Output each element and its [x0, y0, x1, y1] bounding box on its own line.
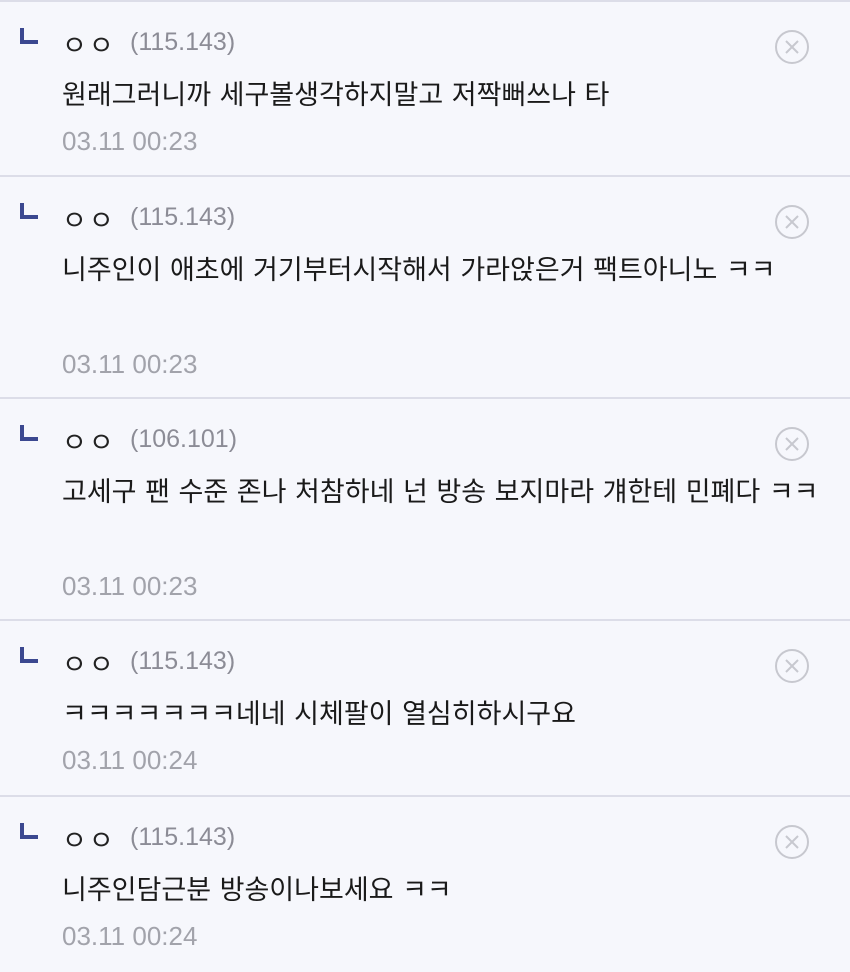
reply-ip: (115.143)	[130, 647, 236, 675]
reply-nickname[interactable]: ㅇㅇ	[62, 199, 116, 238]
reply-ip: (115.143)	[130, 823, 236, 851]
reply-text: 원래그러니까 세구볼생각하지말고 저짝뻐쓰나 타	[62, 80, 610, 111]
reply-item: ㅇㅇ (115.143) ㅋㅋㅋㅋㅋㅋㅋ네네 시체팔이 열심히하시구요 03.1…	[0, 619, 850, 795]
delete-button[interactable]	[775, 649, 809, 683]
reply-nickname[interactable]: ㅇㅇ	[62, 421, 116, 460]
reply-text: 니주인이 애초에 거기부터시작해서 가라앉은거 팩트아니노 ㅋㅋ	[62, 255, 776, 286]
reply-item: ㅇㅇ (106.101) 고세구 팬 수준 존나 처참하네 넌 방송 보지마라 …	[0, 397, 850, 619]
reply-item: ㅇㅇ (115.143) 니주인이 애초에 거기부터시작해서 가라앉은거 팩트아…	[0, 175, 850, 397]
reply-item: ㅇㅇ (115.143) 니주인담근분 방송이나보세요 ㅋㅋ 03.11 00:…	[0, 795, 850, 972]
delete-button[interactable]	[775, 427, 809, 461]
reply-ip: (106.101)	[130, 425, 238, 453]
reply-arrow-icon	[20, 28, 38, 44]
reply-arrow-icon	[20, 823, 38, 839]
delete-button[interactable]	[775, 30, 809, 64]
reply-arrow-icon	[20, 647, 38, 663]
reply-date: 03.11 00:23	[62, 349, 198, 379]
reply-text: 고세구 팬 수준 존나 처참하네 넌 방송 보지마라 걔한테 민폐다 ㅋㅋ	[62, 477, 819, 508]
reply-text: ㅋㅋㅋㅋㅋㅋㅋ네네 시체팔이 열심히하시구요	[62, 699, 576, 730]
reply-nickname[interactable]: ㅇㅇ	[62, 819, 116, 858]
reply-ip: (115.143)	[130, 28, 236, 56]
reply-arrow-icon	[20, 203, 38, 219]
reply-ip: (115.143)	[130, 203, 236, 231]
reply-nickname[interactable]: ㅇㅇ	[62, 643, 116, 682]
delete-button[interactable]	[775, 825, 809, 859]
reply-item: ㅇㅇ (115.143) 원래그러니까 세구볼생각하지말고 저짝뻐쓰나 타 03…	[0, 0, 850, 175]
reply-nickname[interactable]: ㅇㅇ	[62, 24, 116, 63]
reply-date: 03.11 00:24	[62, 745, 198, 775]
reply-date: 03.11 00:23	[62, 126, 198, 156]
delete-button[interactable]	[775, 205, 809, 239]
reply-date: 03.11 00:24	[62, 921, 198, 951]
reply-arrow-icon	[20, 425, 38, 441]
reply-text: 니주인담근분 방송이나보세요 ㅋㅋ	[62, 875, 452, 906]
reply-date: 03.11 00:23	[62, 571, 198, 601]
reply-list: ㅇㅇ (115.143) 원래그러니까 세구볼생각하지말고 저짝뻐쓰나 타 03…	[0, 0, 850, 972]
